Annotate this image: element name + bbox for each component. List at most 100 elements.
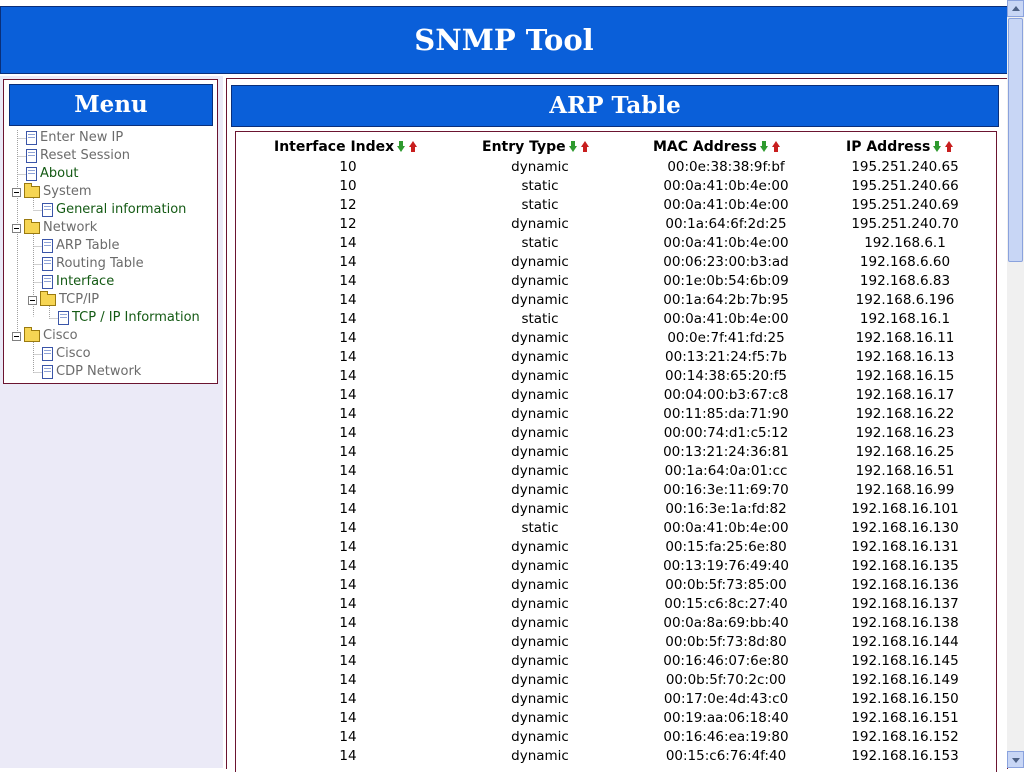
- mac-address-cell: 00:16:46:07:6e:80: [663, 653, 789, 669]
- mac-address-cell: 00:0a:8a:69:bb:40: [663, 615, 789, 631]
- ip-address-cell: 192.168.16.131: [851, 539, 959, 555]
- sort-descending-icon[interactable]: [568, 141, 578, 152]
- table-row: 14 dynamic 00:15:c6:76:4f:40 192.168.16.153: [236, 747, 996, 766]
- entry-type-cell: dynamic: [511, 368, 569, 384]
- interface-index-cell: 14: [339, 691, 357, 707]
- table-row: 14 dynamic 00:17:0e:4d:43:c0 192.168.16.150: [236, 690, 996, 709]
- scroll-thumb[interactable]: [1008, 18, 1023, 262]
- ip-address-cell: 195.251.240.69: [851, 197, 959, 213]
- left-column: Menu Enter New IP Reset Session About Sy…: [0, 76, 223, 768]
- scroll-up-button[interactable]: [1007, 0, 1024, 17]
- interface-index-cell: 10: [339, 159, 357, 175]
- sort-descending-icon[interactable]: [759, 141, 769, 152]
- table-row: 14 dynamic 00:04:00:b3:67:c8 192.168.16.17: [236, 386, 996, 405]
- entry-type-cell: dynamic: [511, 482, 569, 498]
- collapse-toggle-icon[interactable]: [12, 332, 21, 341]
- column-header-entry-type: Entry Type: [482, 138, 590, 157]
- table-row: 10 dynamic 00:0e:38:38:9f:bf 195.251.240.65: [236, 158, 996, 177]
- document-icon: [42, 257, 53, 271]
- ip-address-cell: 192.168.16.145: [851, 653, 959, 669]
- sort-ascending-icon[interactable]: [409, 141, 418, 152]
- sort-ascending-icon[interactable]: [771, 141, 781, 152]
- entry-type-cell: static: [521, 178, 559, 194]
- interface-index-cell: 14: [339, 463, 357, 479]
- table-row: 12 static 00:0a:41:0b:4e:00 195.251.240.69: [236, 196, 996, 215]
- table-row: 14 dynamic 00:15:fa:25:6e:80 192.168.16.131: [236, 538, 996, 557]
- ip-address-cell: 192.168.16.137: [851, 596, 959, 612]
- mac-address-cell: 00:11:85:da:71:90: [663, 406, 789, 422]
- mac-address-cell: 00:16:3e:11:69:70: [663, 482, 789, 498]
- collapse-toggle-icon[interactable]: [12, 224, 21, 233]
- entry-type-cell: dynamic: [511, 330, 569, 346]
- ip-address-cell: 192.168.16.23: [855, 425, 955, 441]
- ip-address-cell: 192.168.6.60: [859, 254, 951, 270]
- mac-address-cell: 00:0a:41:0b:4e:00: [663, 520, 789, 536]
- ip-address-cell: 192.168.16.150: [851, 691, 959, 707]
- ip-address-cell: 192.168.16.11: [855, 330, 955, 346]
- entry-type-cell: static: [521, 520, 559, 536]
- ip-address-cell: 192.168.16.151: [851, 710, 959, 726]
- interface-index-cell: 14: [339, 273, 357, 289]
- table-row: 10 static 00:0a:41:0b:4e:00 195.251.240.66: [236, 177, 996, 196]
- menu-item-label: TCP/IP: [59, 292, 100, 307]
- column-header-label: Entry Type: [482, 139, 566, 155]
- scroll-down-button[interactable]: [1007, 751, 1024, 768]
- mac-address-cell: 00:0a:41:0b:4e:00: [663, 311, 789, 327]
- entry-type-cell: dynamic: [511, 273, 569, 289]
- ip-address-cell: 192.168.16.144: [851, 634, 959, 650]
- app-header: SNMP Tool: [0, 6, 1008, 74]
- menu-item-label: General information: [56, 202, 187, 217]
- main-panel: ARP Table Interface Index Entry Type MAC…: [226, 78, 1008, 772]
- mac-address-cell: 00:00:74:d1:c5:12: [663, 425, 789, 441]
- interface-index-cell: 14: [339, 558, 357, 574]
- ip-address-cell: 192.168.16.101: [851, 501, 959, 517]
- entry-type-cell: dynamic: [511, 691, 569, 707]
- table-row: 14 dynamic 00:16:46:07:6e:80 192.168.16.145: [236, 652, 996, 671]
- ip-address-cell: 192.168.16.99: [855, 482, 955, 498]
- interface-index-cell: 14: [339, 596, 357, 612]
- ip-address-cell: 192.168.16.135: [851, 558, 959, 574]
- interface-index-cell: 14: [339, 254, 357, 270]
- document-icon: [26, 167, 37, 181]
- table-row: 14 dynamic 00:1e:0b:54:6b:09 192.168.6.83: [236, 272, 996, 291]
- ip-address-cell: 192.168.16.13: [855, 349, 955, 365]
- menu-item-label: Network: [43, 220, 98, 235]
- main-title: ARP Table: [231, 85, 999, 127]
- table-row: 14 dynamic 00:16:3e:1a:fd:82 192.168.16.101: [236, 500, 996, 519]
- mac-address-cell: 00:06:23:00:b3:ad: [663, 254, 789, 270]
- app-title: SNMP Tool: [414, 23, 594, 57]
- column-header-mac-address: MAC Address: [653, 138, 781, 157]
- collapse-toggle-icon[interactable]: [28, 296, 37, 305]
- interface-index-cell: 14: [339, 444, 357, 460]
- entry-type-cell: dynamic: [511, 292, 569, 308]
- menu-item-label: Cisco: [56, 346, 91, 361]
- document-icon: [26, 131, 37, 145]
- ip-address-cell: 192.168.16.136: [851, 577, 959, 593]
- folder-icon: [24, 327, 40, 342]
- table-row: 12 dynamic 00:1a:64:6f:2d:25 195.251.240.70: [236, 215, 996, 234]
- mac-address-cell: 00:0a:41:0b:4e:00: [663, 197, 789, 213]
- ip-address-cell: 192.168.16.130: [851, 520, 959, 536]
- sort-descending-icon[interactable]: [397, 141, 406, 152]
- ip-address-cell: 192.168.6.196: [855, 292, 955, 308]
- sort-ascending-icon[interactable]: [945, 141, 954, 152]
- interface-index-cell: 14: [339, 672, 357, 688]
- mac-address-cell: 00:0a:41:0b:4e:00: [663, 178, 789, 194]
- interface-index-cell: 14: [339, 292, 357, 308]
- table-row: 14 dynamic 00:13:21:24:f5:7b 192.168.16.13: [236, 348, 996, 367]
- vertical-scrollbar[interactable]: [1007, 0, 1024, 768]
- interface-index-cell: 14: [339, 349, 357, 365]
- ip-address-cell: 192.168.16.149: [851, 672, 959, 688]
- interface-index-cell: 14: [339, 311, 357, 327]
- entry-type-cell: dynamic: [511, 634, 569, 650]
- interface-index-cell: 14: [339, 406, 357, 422]
- menu-item-label: Cisco: [43, 328, 78, 343]
- interface-index-cell: 14: [339, 520, 357, 536]
- menu-item-label: About: [40, 166, 79, 181]
- collapse-toggle-icon[interactable]: [12, 188, 21, 197]
- ip-address-cell: 192.168.16.25: [855, 444, 955, 460]
- sort-descending-icon[interactable]: [933, 141, 942, 152]
- table-row: 14 dynamic 00:14:38:65:20:f5 192.168.16.15: [236, 367, 996, 386]
- sort-ascending-icon[interactable]: [580, 141, 590, 152]
- interface-index-cell: 14: [339, 235, 357, 251]
